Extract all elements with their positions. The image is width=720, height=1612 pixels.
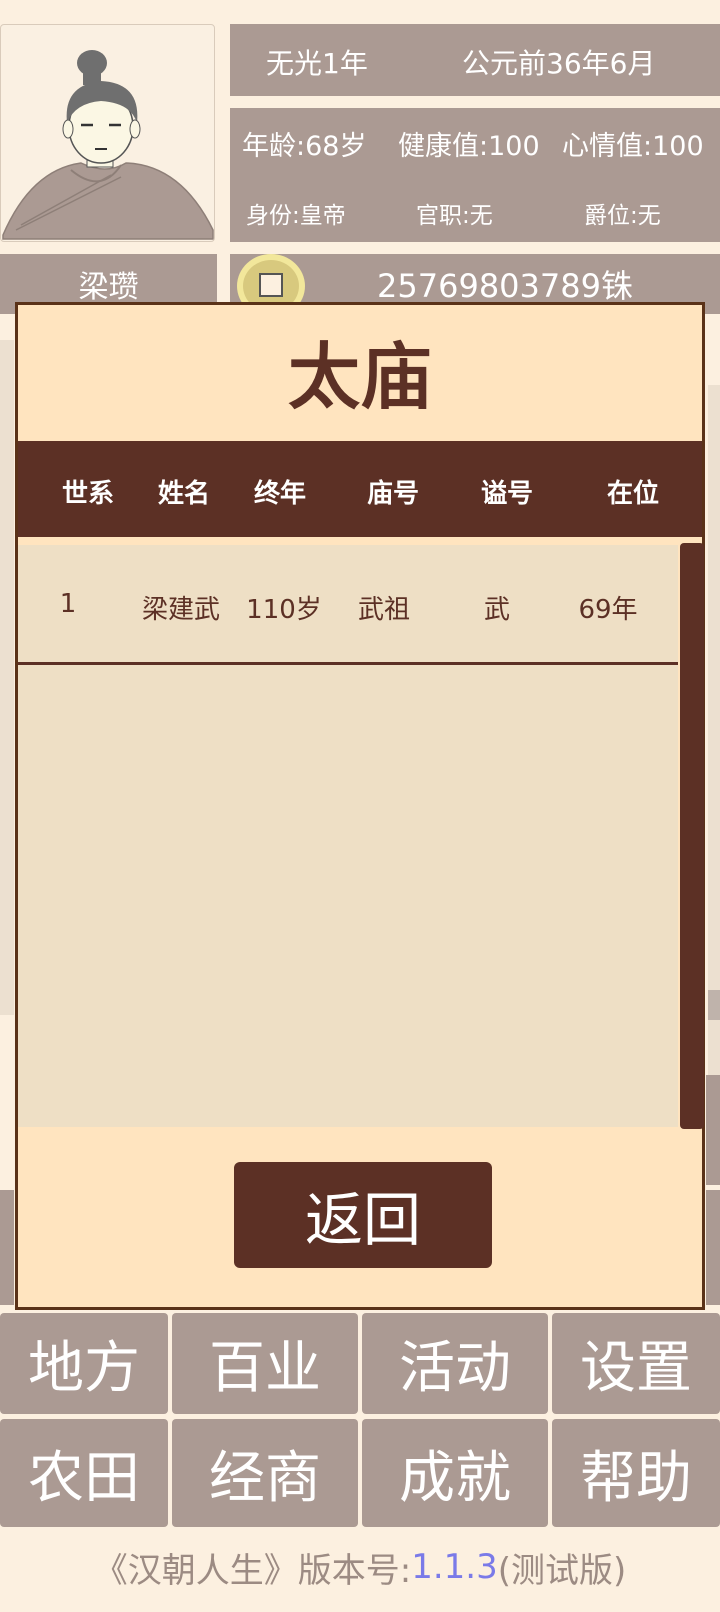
avatar xyxy=(0,24,215,242)
version-number: 1.1.3 xyxy=(411,1547,498,1587)
calendar-date: 公元前36年6月 xyxy=(462,47,656,80)
back-button[interactable]: 返回 xyxy=(234,1162,492,1268)
cell-age-at-death: 110岁 xyxy=(246,595,322,625)
background-scroll-thumb xyxy=(708,990,720,1020)
menu-button-local[interactable]: 地方 xyxy=(0,1313,168,1414)
menu-button-settings[interactable]: 设置 xyxy=(552,1313,720,1414)
health-stat: 健康值:100 xyxy=(398,131,540,162)
menu-button-achievements[interactable]: 成就 xyxy=(362,1419,548,1527)
table-row[interactable]: 1 梁建武 110岁 武祖 武 69年 xyxy=(18,545,678,665)
column-header-temple-name: 庙号 xyxy=(366,479,420,509)
cell-temple-name: 武祖 xyxy=(357,595,411,625)
cell-lineage: 1 xyxy=(59,589,77,619)
scrollbar[interactable] xyxy=(680,543,704,1129)
column-header-age-at-death: 终年 xyxy=(253,479,307,509)
mood-stat: 心情值:100 xyxy=(562,131,704,162)
column-header-posthumous-name: 谥号 xyxy=(480,479,534,509)
menu-button-trade[interactable]: 经商 xyxy=(172,1419,358,1527)
era-year: 无光1年 xyxy=(266,47,368,80)
column-header-reign: 在位 xyxy=(606,479,660,509)
menu-button-industries[interactable]: 百业 xyxy=(172,1313,358,1414)
table-body[interactable]: 1 梁建武 110岁 武祖 武 69年 xyxy=(18,545,678,1127)
stats-panel: 年龄:68岁 健康值:100 心情值:100 身份:皇帝 官职:无 爵位:无 xyxy=(230,108,720,242)
background-panel xyxy=(0,340,14,1015)
identity-stat: 身份:皇帝 xyxy=(246,203,346,229)
ancestral-temple-dialog: 太庙 世系 姓名 终年 庙号 谥号 在位 1 梁建武 110岁 武祖 武 69年… xyxy=(15,302,705,1310)
date-bar: 无光1年 公元前36年6月 xyxy=(230,24,720,96)
background-panel xyxy=(708,385,720,1075)
background-button xyxy=(706,1075,720,1185)
office-stat: 官职:无 xyxy=(416,203,493,229)
cell-posthumous-name: 武 xyxy=(483,595,511,625)
column-header-name: 姓名 xyxy=(157,479,211,509)
rank-stat: 爵位:无 xyxy=(584,203,661,229)
menu-button-activities[interactable]: 活动 xyxy=(362,1313,548,1414)
money-amount: 25769803789铢 xyxy=(377,267,633,305)
footer-prefix: 《汉朝人生》版本号: xyxy=(93,1550,412,1591)
menu-button-help[interactable]: 帮助 xyxy=(552,1419,720,1527)
background-button xyxy=(706,1190,720,1305)
dialog-title: 太庙 xyxy=(287,334,432,419)
version-footer: 《汉朝人生》版本号: 1.1.3 (测试版) xyxy=(0,1532,720,1602)
cell-name: 梁建武 xyxy=(141,595,221,625)
emperor-portrait-icon xyxy=(2,50,214,240)
column-header-lineage: 世系 xyxy=(61,479,115,509)
cell-reign: 69年 xyxy=(578,595,638,625)
background-button xyxy=(0,1190,14,1305)
menu-button-farmland[interactable]: 农田 xyxy=(0,1419,168,1527)
footer-suffix: (测试版) xyxy=(497,1550,627,1591)
table-header: 世系 姓名 终年 庙号 谥号 在位 xyxy=(18,441,702,537)
age-stat: 年龄:68岁 xyxy=(242,131,367,162)
